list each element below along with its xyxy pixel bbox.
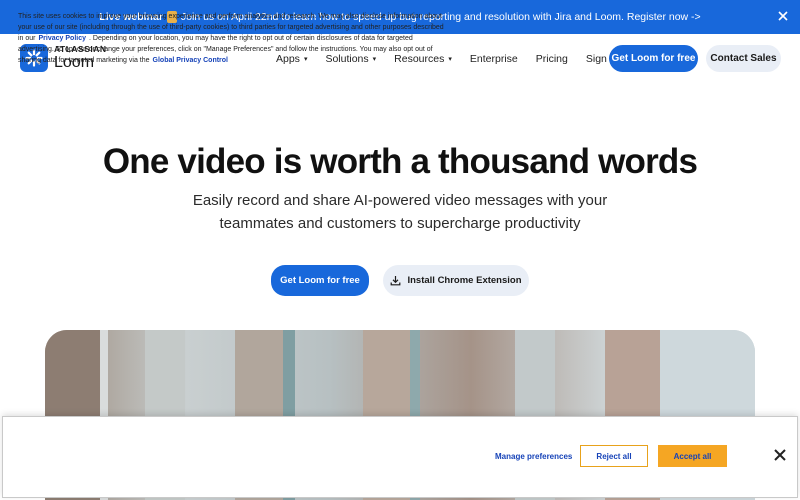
manage-preferences-button[interactable]: Manage preferences — [495, 452, 572, 461]
close-icon[interactable] — [776, 9, 790, 23]
cookie-text: This site uses cookies to improve your b… — [18, 13, 444, 64]
reject-all-button[interactable]: Reject all — [580, 445, 648, 467]
hero-title: One video is worth a thousand words — [102, 142, 698, 181]
install-extension-label: Install Chrome Extension — [407, 275, 522, 286]
nav-item-pricing[interactable]: Pricing — [536, 53, 568, 65]
close-icon[interactable] — [773, 448, 787, 462]
accept-all-button[interactable]: Accept all — [658, 445, 727, 467]
nav-item-enterprise[interactable]: Enterprise — [470, 53, 518, 65]
global-privacy-control-link[interactable]: Global Privacy Control — [153, 57, 228, 64]
install-chrome-extension-button[interactable]: Install Chrome Extension — [383, 265, 529, 296]
download-icon — [391, 276, 401, 286]
hero-get-loom-button[interactable]: Get Loom for free — [271, 265, 369, 296]
contact-sales-button[interactable]: Contact Sales — [706, 45, 781, 72]
chevron-down-icon: ▾ — [448, 55, 452, 63]
privacy-policy-link[interactable]: Privacy Policy — [39, 35, 86, 42]
get-loom-free-button[interactable]: Get Loom for free — [609, 45, 698, 72]
hero-subtitle: Easily record and share AI-powered video… — [192, 192, 608, 232]
